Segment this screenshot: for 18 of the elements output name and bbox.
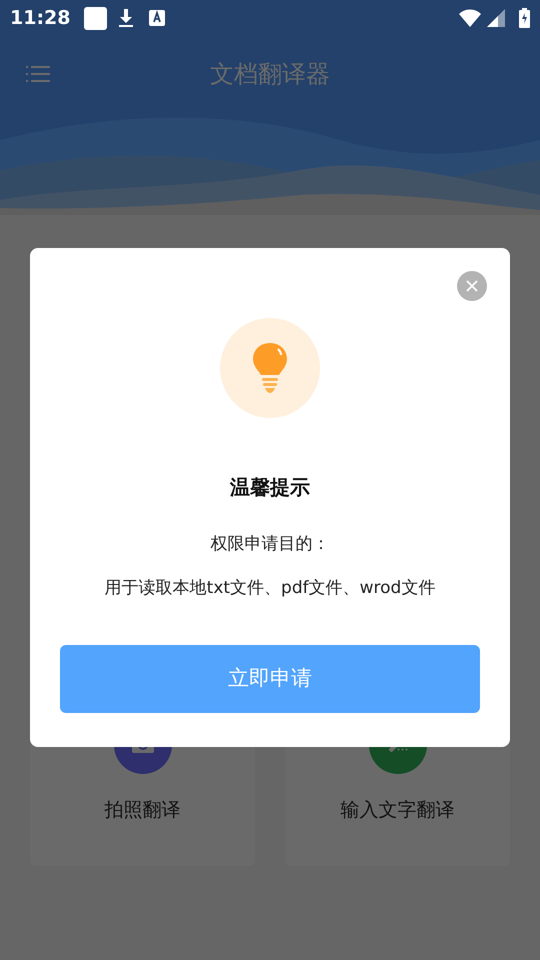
- wifi-icon: [459, 9, 481, 27]
- status-time: 11:28: [10, 6, 70, 31]
- battery-icon: [519, 8, 530, 28]
- app-title: 文档翻译器: [210, 59, 330, 90]
- menu-icon[interactable]: [26, 64, 50, 84]
- dialog-message: 用于读取本地txt文件、pdf文件、wrod文件: [104, 576, 436, 600]
- download-icon: [117, 8, 136, 28]
- font-icon: [149, 10, 166, 26]
- lightbulb-icon: [253, 343, 287, 393]
- close-button[interactable]: [457, 271, 487, 301]
- dialog-subtitle: 权限申请目的：: [210, 533, 330, 556]
- apply-button[interactable]: 立即申请: [60, 645, 480, 713]
- signal-icon: [487, 9, 505, 27]
- feature-label: 输入文字翻译: [340, 798, 454, 823]
- close-icon: [466, 280, 478, 292]
- dialog-title: 温馨提示: [230, 474, 310, 501]
- feature-label: 拍照翻译: [104, 798, 180, 823]
- notification-square-icon: [84, 6, 108, 30]
